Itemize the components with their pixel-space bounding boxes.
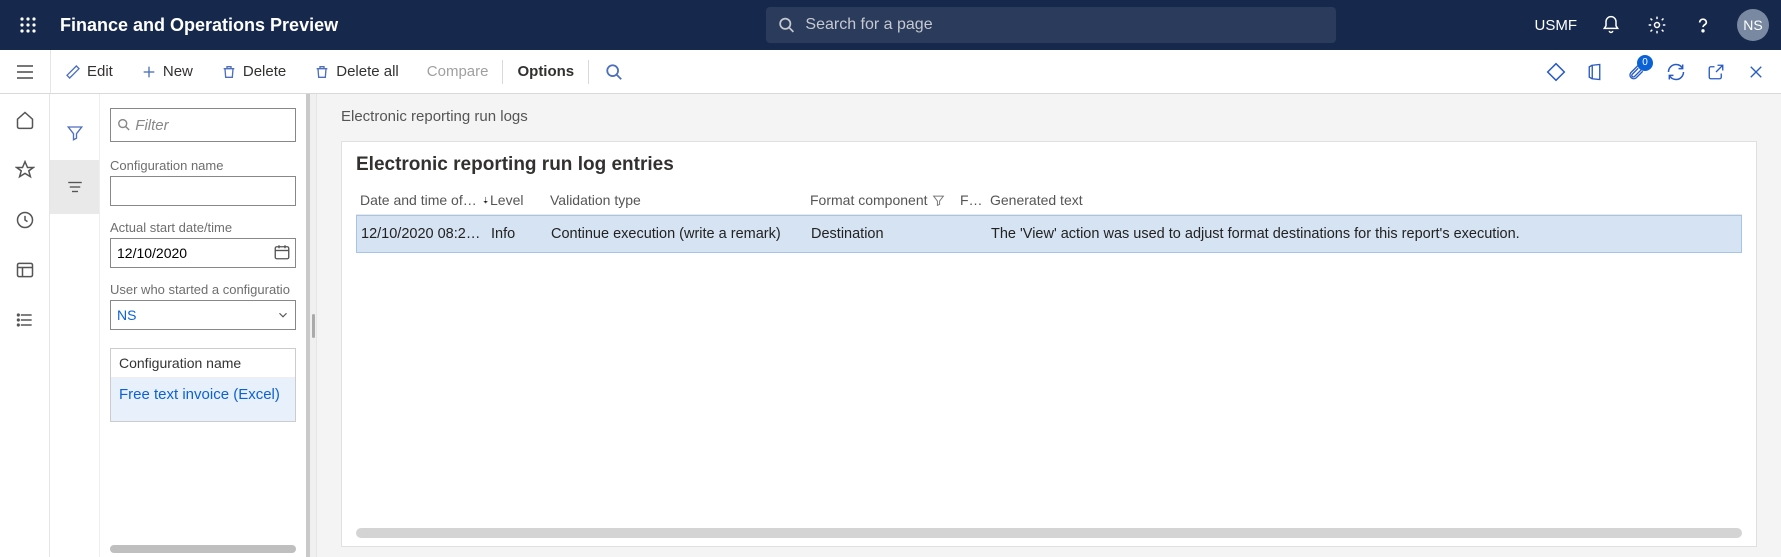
config-list-item[interactable]: Free text invoice (Excel)	[111, 378, 295, 421]
help-icon[interactable]	[1691, 13, 1715, 37]
left-nav-rail	[0, 94, 50, 557]
global-search[interactable]	[766, 7, 1336, 43]
cell-validation-type: Continue execution (write a remark)	[551, 226, 811, 242]
filter-panel: Configuration name Actual start date/tim…	[100, 94, 310, 557]
filter-quickfilter[interactable]	[110, 108, 296, 142]
options-label: Options	[517, 63, 574, 80]
main-content: Electronic reporting run logs Electronic…	[317, 94, 1781, 557]
sort-desc-icon	[481, 194, 490, 206]
app-launcher-icon[interactable]	[12, 9, 44, 41]
edit-button[interactable]: Edit	[51, 50, 127, 93]
user-label: User who started a configuratio	[110, 282, 296, 297]
config-list: Configuration name Free text invoice (Ex…	[110, 348, 296, 422]
grid-horizontal-scrollbar[interactable]	[356, 528, 1742, 538]
list-filter-icon[interactable]	[50, 160, 99, 214]
search-icon	[778, 16, 795, 34]
diamond-icon[interactable]	[1545, 61, 1567, 83]
filter-quickfilter-input[interactable]	[135, 117, 289, 134]
app-title: Finance and Operations Preview	[60, 15, 338, 36]
action-bar: Edit New Delete Delete all Compare Optio…	[0, 50, 1781, 94]
attach-icon[interactable]: 0	[1625, 61, 1647, 83]
compare-label: Compare	[427, 63, 489, 80]
filter-funnel-icon[interactable]	[932, 194, 945, 207]
cell-format-component: Destination	[811, 226, 961, 242]
close-icon[interactable]	[1745, 61, 1767, 83]
refresh-icon[interactable]	[1665, 61, 1687, 83]
notifications-icon[interactable]	[1599, 13, 1623, 37]
panel-horizontal-scrollbar[interactable]	[110, 545, 296, 553]
delete-label: Delete	[243, 63, 286, 80]
col-format-component-header[interactable]: Format component	[810, 192, 960, 208]
global-search-input[interactable]	[805, 16, 1324, 34]
workspaces-icon[interactable]	[11, 256, 39, 284]
recent-clock-icon[interactable]	[11, 206, 39, 234]
start-dt-label: Actual start date/time	[110, 220, 296, 235]
filter-funnel-icon[interactable]	[50, 106, 99, 160]
card-title: Electronic reporting run log entries	[356, 152, 1742, 186]
new-label: New	[163, 63, 193, 80]
log-entries-card: Electronic reporting run log entries Dat…	[341, 141, 1757, 547]
config-name-input[interactable]	[110, 176, 296, 206]
filter-panel-area: Configuration name Actual start date/tim…	[50, 94, 317, 557]
office-icon[interactable]	[1585, 61, 1607, 83]
col-level-header[interactable]: Level	[490, 192, 550, 208]
delete-button[interactable]: Delete	[207, 50, 300, 93]
compare-button: Compare	[413, 50, 503, 93]
page-search-icon[interactable]	[589, 63, 639, 81]
cell-level: Info	[491, 226, 551, 242]
log-entries-grid: Date and time of… Level Validation type …	[356, 186, 1742, 520]
col-date-header[interactable]: Date and time of…	[360, 192, 490, 208]
chevron-down-icon[interactable]	[276, 308, 290, 322]
calendar-icon[interactable]	[273, 243, 291, 261]
col-validation-type-header[interactable]: Validation type	[550, 192, 810, 208]
cell-f	[961, 226, 991, 242]
new-button[interactable]: New	[127, 50, 207, 93]
company-code[interactable]: USMF	[1535, 17, 1578, 34]
cell-generated-text: The 'View' action was used to adjust for…	[991, 226, 1737, 242]
user-select[interactable]	[110, 300, 296, 330]
modules-list-icon[interactable]	[11, 306, 39, 334]
user-avatar[interactable]: NS	[1737, 9, 1769, 41]
hamburger-icon[interactable]	[15, 63, 35, 81]
start-dt-input[interactable]	[110, 238, 296, 268]
page-title: Electronic reporting run logs	[341, 108, 1757, 125]
popout-icon[interactable]	[1705, 61, 1727, 83]
settings-gear-icon[interactable]	[1645, 13, 1669, 37]
config-list-header: Configuration name	[111, 349, 295, 378]
delete-all-label: Delete all	[336, 63, 399, 80]
grid-header-row: Date and time of… Level Validation type …	[356, 186, 1742, 215]
splitter-handle[interactable]	[310, 94, 316, 557]
table-row[interactable]: 12/10/2020 08:2… Info Continue execution…	[356, 215, 1742, 253]
top-nav-bar: Finance and Operations Preview USMF NS	[0, 0, 1781, 50]
search-icon	[117, 117, 131, 133]
config-name-label: Configuration name	[110, 158, 296, 173]
edit-label: Edit	[87, 63, 113, 80]
options-button[interactable]: Options	[503, 50, 588, 93]
delete-all-button[interactable]: Delete all	[300, 50, 413, 93]
home-icon[interactable]	[11, 106, 39, 134]
col-f-truncated-header[interactable]: F…	[960, 192, 990, 208]
attach-badge: 0	[1637, 55, 1653, 71]
cell-date: 12/10/2020 08:2…	[361, 226, 491, 242]
favorites-star-icon[interactable]	[11, 156, 39, 184]
col-generated-text-header[interactable]: Generated text	[990, 192, 1738, 208]
